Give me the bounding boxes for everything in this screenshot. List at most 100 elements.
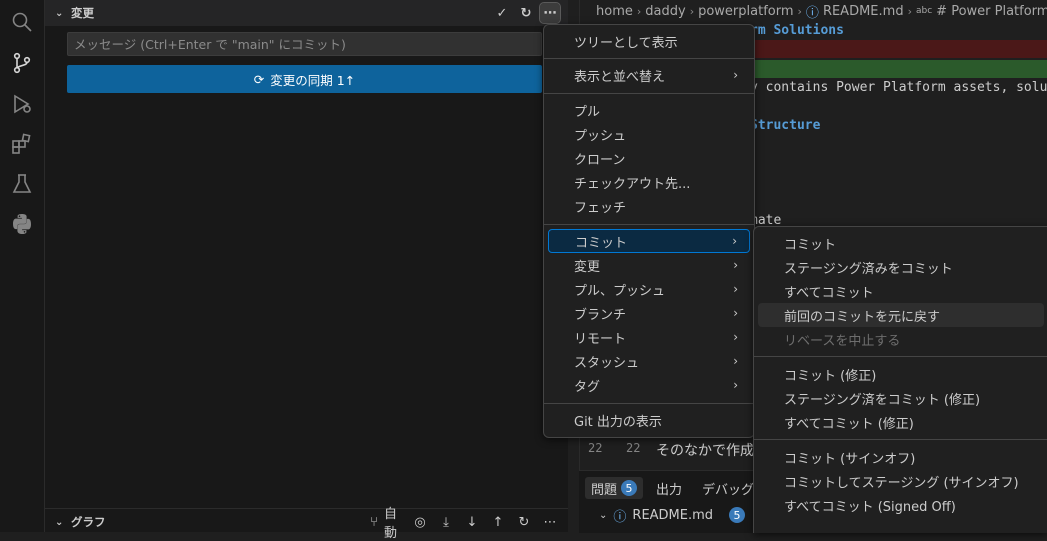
- menu-item-changes[interactable]: 変更 ›: [548, 253, 750, 277]
- chevron-down-icon: ⌄: [55, 7, 64, 19]
- breadcrumb-item[interactable]: daddy: [645, 4, 685, 19]
- submenu-item-commit-staged-signoff[interactable]: コミットしてステージング (サインオフ): [758, 469, 1044, 493]
- more-actions-icon[interactable]: ⋯: [540, 512, 560, 532]
- tab-debug-label: デバッグ: [702, 482, 755, 498]
- menu-item-label: プル、プッシュ: [574, 283, 666, 299]
- code-heading: Structure: [750, 118, 821, 133]
- menu-item-commit[interactable]: コミット ›: [548, 229, 750, 253]
- chevron-right-icon: ›: [733, 330, 738, 344]
- changes-section-header[interactable]: ⌄ 変更 ✓ ↻ ⋯: [45, 0, 568, 26]
- push-icon[interactable]: ↑: [488, 512, 508, 532]
- line-number: 22: [588, 441, 603, 455]
- tab-output[interactable]: 出力: [656, 477, 682, 499]
- fetch-icon[interactable]: ⤓: [436, 512, 456, 532]
- commit-message-input[interactable]: [67, 32, 542, 56]
- menu-item-label: リモート: [574, 331, 627, 347]
- menu-item-branch[interactable]: ブランチ ›: [548, 301, 750, 325]
- run-debug-icon[interactable]: [6, 88, 38, 120]
- menu-item-label: すべてコミット (Signed Off): [784, 499, 956, 515]
- commit-check-icon[interactable]: ✓: [492, 3, 512, 23]
- chevron-right-icon: ›: [733, 378, 738, 392]
- menu-separator: [544, 58, 754, 59]
- submenu-item-commit-all-amend[interactable]: すべてコミット (修正): [758, 410, 1044, 434]
- pull-icon[interactable]: ↓: [462, 512, 482, 532]
- menu-item-push[interactable]: プッシュ: [548, 122, 750, 146]
- submenu-item-commit-signoff[interactable]: コミット (サインオフ): [758, 445, 1044, 469]
- menu-item-view-sort[interactable]: 表示と並べ替え ›: [548, 63, 750, 87]
- menu-item-label: タグ: [574, 379, 601, 395]
- menu-item-clone[interactable]: クローン: [548, 146, 750, 170]
- menu-item-pull[interactable]: プル: [548, 98, 750, 122]
- submenu-item-commit-all[interactable]: すべてコミット: [758, 279, 1044, 303]
- graph-auto-toggle[interactable]: ⑂ 自動: [364, 507, 404, 541]
- breadcrumb-item[interactable]: README.md: [823, 4, 904, 19]
- extensions-icon[interactable]: [6, 128, 38, 160]
- graph-section-header[interactable]: ⌄ グラフ ⑂ 自動 ◎ ⤓ ↓ ↑ ↻ ⋯: [45, 507, 568, 541]
- submenu-item-commit-amend[interactable]: コミット (修正): [758, 362, 1044, 386]
- menu-item-label: ステージング済をコミット (修正): [784, 392, 981, 408]
- menu-item-label: スタッシュ: [574, 355, 640, 371]
- chevron-right-icon: ›: [797, 4, 802, 18]
- submenu-item-abort-rebase[interactable]: リベースを中止する: [758, 327, 1044, 351]
- chevron-right-icon: ›: [907, 4, 912, 18]
- menu-item-checkout[interactable]: チェックアウト先...: [548, 170, 750, 194]
- search-icon[interactable]: [6, 6, 38, 38]
- chevron-right-icon: ›: [733, 282, 738, 296]
- menu-item-label: リベースを中止する: [784, 333, 901, 349]
- breadcrumb-item[interactable]: powerplatform: [698, 4, 793, 19]
- graph-auto-label: 自動: [384, 507, 398, 541]
- menu-item-label: 前回のコミットを元に戻す: [784, 309, 941, 325]
- menu-item-pull-push[interactable]: プル、プッシュ ›: [548, 277, 750, 301]
- submenu-item-commit[interactable]: コミット: [758, 231, 1044, 255]
- menu-separator: [754, 356, 1047, 357]
- menu-item-label: ステージング済みをコミット: [784, 261, 953, 277]
- menu-item-fetch[interactable]: フェッチ: [548, 194, 750, 218]
- commit-submenu: コミット ステージング済みをコミット すべてコミット 前回のコミットを元に戻す …: [753, 226, 1047, 533]
- refresh-icon[interactable]: ↻: [516, 3, 536, 23]
- chevron-down-icon: ⌄: [55, 516, 64, 528]
- tab-debug[interactable]: デバッグ: [702, 477, 754, 499]
- menu-item-label: チェックアウト先...: [574, 176, 691, 192]
- submenu-item-commit-staged-amend[interactable]: ステージング済をコミット (修正): [758, 386, 1044, 410]
- tab-output-label: 出力: [656, 482, 683, 498]
- menu-item-label: フェッチ: [574, 200, 627, 216]
- target-icon[interactable]: ◎: [410, 512, 430, 532]
- menu-item-stash[interactable]: スタッシュ ›: [548, 349, 750, 373]
- python-icon[interactable]: [6, 208, 38, 240]
- chevron-right-icon: ›: [689, 4, 695, 18]
- menu-item-remote[interactable]: リモート ›: [548, 325, 750, 349]
- graph-title: グラフ: [71, 515, 106, 529]
- submenu-item-undo-last-commit[interactable]: 前回のコミットを元に戻す: [758, 303, 1044, 327]
- more-actions-icon[interactable]: ⋯: [539, 2, 561, 24]
- problems-file-row[interactable]: ⌄ ⓘ README.md 5: [599, 505, 746, 525]
- diff-added-line: [730, 60, 1047, 78]
- activity-bar: [0, 0, 45, 532]
- menu-item-label: すべてコミット (修正): [784, 416, 914, 432]
- menu-item-label: コミットしてステージング (サインオフ): [784, 475, 1019, 491]
- source-control-icon[interactable]: [6, 47, 38, 79]
- refresh-icon[interactable]: ↻: [514, 512, 534, 532]
- breadcrumb-item[interactable]: home: [596, 4, 633, 19]
- chevron-right-icon: ›: [733, 306, 738, 320]
- menu-item-tree-view[interactable]: ツリーとして表示: [548, 29, 750, 53]
- breadcrumb: home › daddy › powerplatform › ⓘ README.…: [580, 0, 1047, 22]
- chevron-down-icon: ⌄: [599, 509, 608, 521]
- menu-item-label: プル: [574, 104, 601, 120]
- submenu-item-commit-all-signoff[interactable]: すべてコミット (Signed Off): [758, 493, 1044, 517]
- menu-item-show-git-output[interactable]: Git 出力の表示: [548, 408, 750, 432]
- line-number: 22: [626, 441, 641, 455]
- sync-changes-button[interactable]: ⟳ 変更の同期 1↑: [67, 65, 542, 93]
- menu-separator: [544, 403, 754, 404]
- submenu-item-commit-staged[interactable]: ステージング済みをコミット: [758, 255, 1044, 279]
- menu-separator: [544, 93, 754, 94]
- diff-removed-line: [730, 40, 1047, 58]
- file-problems-count-badge: 5: [729, 507, 746, 523]
- menu-item-tags[interactable]: タグ ›: [548, 373, 750, 397]
- tab-problems[interactable]: 問題 5: [585, 477, 644, 499]
- chevron-right-icon: ›: [733, 354, 738, 368]
- breadcrumb-symbol[interactable]: # Power Platform: [936, 4, 1047, 19]
- chevron-right-icon: ›: [636, 4, 642, 18]
- testing-icon[interactable]: [6, 168, 38, 200]
- string-symbol-icon: abc: [915, 6, 933, 16]
- code-line: そのなかで作成: [656, 443, 754, 459]
